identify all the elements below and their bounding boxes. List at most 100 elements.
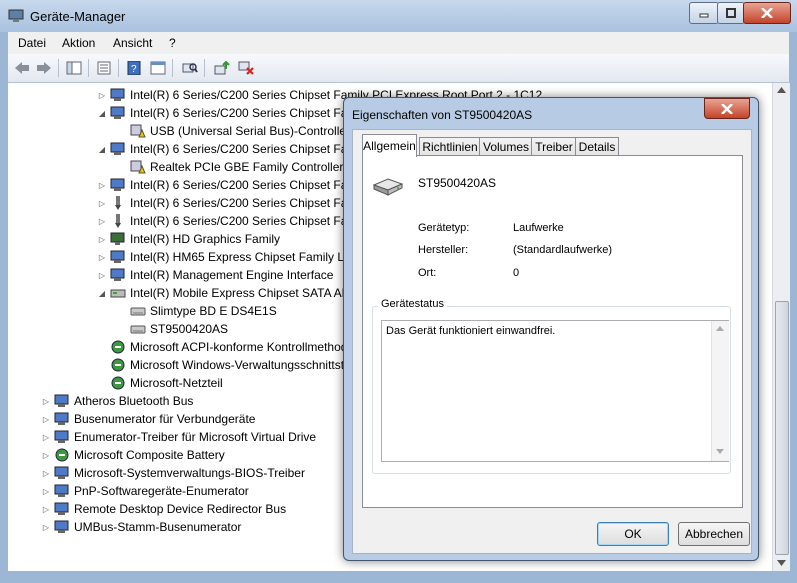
tree-row[interactable]: Microsoft Windows-Verwaltungsschnittstel… bbox=[96, 356, 363, 374]
menu-bar: Datei Aktion Ansicht ? bbox=[8, 32, 789, 55]
expand-arrow-icon[interactable]: ▷ bbox=[96, 235, 108, 244]
back-button[interactable] bbox=[12, 58, 32, 78]
uninstall-button[interactable] bbox=[236, 58, 256, 78]
minimize-button[interactable] bbox=[689, 2, 719, 24]
tree-row[interactable]: ▷ Microsoft Composite Battery bbox=[40, 446, 225, 464]
maximize-button[interactable] bbox=[717, 2, 745, 24]
expand-arrow-icon[interactable]: ▷ bbox=[40, 469, 52, 478]
tree-row[interactable]: Slimtype BD E DS4E1S bbox=[116, 302, 277, 320]
expand-arrow-icon[interactable]: ▷ bbox=[96, 91, 108, 100]
show-hide-console-tree-button[interactable] bbox=[64, 58, 84, 78]
tree-scrollbar[interactable] bbox=[772, 83, 790, 571]
toolbar-separator bbox=[58, 59, 59, 77]
tab-allgemein[interactable]: Allgemein bbox=[362, 134, 417, 157]
tree-row[interactable]: ◢ Intel(R) 6 Series/C200 Series Chipset F… bbox=[96, 104, 358, 122]
collapse-arrow-icon[interactable]: ◢ bbox=[96, 145, 108, 154]
tab-treiber[interactable]: Treiber bbox=[531, 137, 577, 156]
update-driver-button[interactable] bbox=[212, 58, 232, 78]
usb-icon bbox=[115, 196, 121, 210]
device-name: ST9500420AS bbox=[418, 176, 497, 190]
scroll-down-icon[interactable] bbox=[777, 559, 786, 567]
menu-help[interactable]: ? bbox=[169, 36, 176, 50]
tree-row[interactable]: ▷ Intel(R) 6 Series/C200 Series Chipset F… bbox=[96, 212, 357, 230]
tree-row[interactable]: ▷ PnP-Softwaregeräte-Enumerator bbox=[40, 482, 249, 500]
tree-row[interactable]: ST9500420AS bbox=[116, 320, 228, 338]
device-icon bbox=[54, 394, 69, 407]
display-icon bbox=[110, 232, 125, 245]
toolbar-separator bbox=[172, 59, 173, 77]
help-button[interactable]: ? bbox=[124, 58, 144, 78]
prop-value-location: 0 bbox=[513, 267, 520, 279]
close-button[interactable] bbox=[743, 2, 791, 24]
menu-ansicht[interactable]: Ansicht bbox=[113, 36, 152, 50]
expand-arrow-icon[interactable]: ▷ bbox=[96, 253, 108, 262]
prop-label-manufacturer: Hersteller: bbox=[418, 244, 469, 256]
tree-row[interactable]: ▷ Microsoft-Systemverwaltungs-BIOS-Treibe… bbox=[40, 464, 305, 482]
tree-row[interactable]: Microsoft-Netzteil bbox=[96, 374, 223, 392]
expand-arrow-icon[interactable]: ▷ bbox=[40, 505, 52, 514]
tree-row[interactable]: ▷ Intel(R) HM65 Express Chipset Family LP… bbox=[96, 248, 361, 266]
scroll-thumb[interactable] bbox=[775, 301, 789, 555]
expand-arrow-icon[interactable]: ▷ bbox=[96, 217, 108, 226]
tree-row[interactable]: ▷ Atheros Bluetooth Bus bbox=[40, 392, 194, 410]
collapse-arrow-icon[interactable]: ◢ bbox=[96, 109, 108, 118]
device-status-legend: Gerätestatus bbox=[378, 298, 447, 310]
scroll-up-icon[interactable] bbox=[777, 86, 786, 94]
menu-aktion[interactable]: Aktion bbox=[62, 36, 95, 50]
cancel-button[interactable]: Abbrechen bbox=[678, 522, 750, 546]
tree-row[interactable]: ▷ Remote Desktop Device Redirector Bus bbox=[40, 500, 286, 518]
tab-details[interactable]: Details bbox=[575, 137, 619, 156]
expand-arrow-icon[interactable]: ▷ bbox=[40, 487, 52, 496]
device-icon bbox=[54, 430, 69, 443]
expand-arrow-icon[interactable]: ▷ bbox=[96, 181, 108, 190]
export-list-button[interactable] bbox=[94, 58, 114, 78]
tree-row[interactable]: ▷ Busenumerator für Verbundgeräte bbox=[40, 410, 256, 428]
svg-text:?: ? bbox=[131, 64, 137, 75]
expand-arrow-icon[interactable]: ▷ bbox=[40, 451, 52, 460]
prop-label-location: Ort: bbox=[418, 267, 437, 279]
forward-button[interactable] bbox=[34, 58, 54, 78]
tree-row[interactable]: ▷ Intel(R) HD Graphics Family bbox=[96, 230, 280, 248]
ok-button[interactable]: OK bbox=[597, 522, 669, 546]
dialog-close-button[interactable] bbox=[704, 98, 750, 119]
tree-row[interactable]: Microsoft ACPI-konforme Kontrollmethode bbox=[96, 338, 354, 356]
toolbar-separator bbox=[118, 59, 119, 77]
minimize-icon bbox=[699, 13, 709, 18]
tree-row[interactable]: ▷ Intel(R) 6 Series/C200 Series Chipset F… bbox=[96, 176, 358, 194]
expand-arrow-icon[interactable]: ▷ bbox=[96, 271, 108, 280]
tree-row[interactable]: ◢ Intel(R) Mobile Express Chipset SATA AH bbox=[96, 284, 350, 302]
close-icon bbox=[721, 103, 733, 114]
tab-volumes[interactable]: Volumes bbox=[479, 137, 533, 156]
scan-hardware-icon bbox=[182, 63, 198, 73]
tree-row[interactable]: ▷ UMBus-Stamm-Busenumerator bbox=[40, 518, 241, 536]
scroll-down-icon[interactable] bbox=[716, 449, 724, 455]
scroll-up-icon[interactable] bbox=[716, 325, 724, 331]
tree-row[interactable]: Realtek PCIe GBE Family Controller # bbox=[116, 158, 353, 176]
tree-row[interactable]: ▷ Intel(R) 6 Series/C200 Series Chipset F… bbox=[96, 194, 357, 212]
tree-row[interactable]: USB (Universal Serial Bus)-Controller bbox=[116, 122, 350, 140]
tab-richtlinien[interactable]: Richtlinien bbox=[419, 137, 481, 156]
hard-drive-icon bbox=[372, 178, 404, 196]
warning-device-icon bbox=[130, 160, 146, 174]
maximize-icon bbox=[726, 8, 736, 18]
dialog-body: Allgemein Richtlinien Volumes Treiber De… bbox=[352, 129, 752, 554]
device-status-textbox[interactable]: Das Gerät funktioniert einwandfrei. bbox=[381, 320, 729, 462]
toolbar-separator bbox=[204, 59, 205, 77]
menu-datei[interactable]: Datei bbox=[18, 36, 46, 50]
title-bar: Geräte-Manager bbox=[0, 0, 797, 32]
status-scrollbar[interactable] bbox=[711, 321, 729, 461]
device-icon bbox=[110, 142, 125, 155]
expand-arrow-icon[interactable]: ▷ bbox=[40, 433, 52, 442]
expand-arrow-icon[interactable]: ▷ bbox=[40, 523, 52, 532]
expand-arrow-icon[interactable]: ▷ bbox=[40, 397, 52, 406]
tree-row[interactable]: ▷ Intel(R) Management Engine Interface bbox=[96, 266, 334, 284]
expand-arrow-icon[interactable]: ▷ bbox=[96, 199, 108, 208]
device-icon bbox=[54, 484, 69, 497]
tree-row[interactable]: ◢ Intel(R) 6 Series/C200 Series Chipset F… bbox=[96, 140, 358, 158]
properties-button[interactable] bbox=[148, 58, 168, 78]
scan-hardware-button[interactable] bbox=[180, 58, 200, 78]
collapse-arrow-icon[interactable]: ◢ bbox=[96, 289, 108, 298]
tab-panel-general: ST9500420AS Gerätetyp: Laufwerke Herstel… bbox=[362, 155, 743, 508]
expand-arrow-icon[interactable]: ▷ bbox=[40, 415, 52, 424]
tree-row[interactable]: ▷ Enumerator-Treiber für Microsoft Virtua… bbox=[40, 428, 316, 446]
